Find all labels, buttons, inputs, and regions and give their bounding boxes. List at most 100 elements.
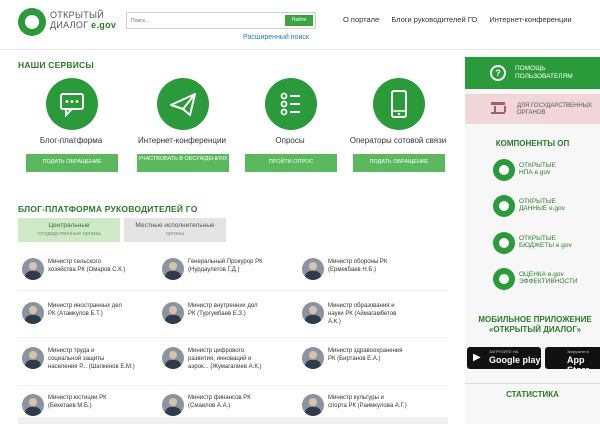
leader-item[interactable]: Министр внутренних дел РК (Тургумбаев Е.… — [162, 302, 302, 338]
store-small-text: Загрузите в — [567, 349, 589, 354]
component-open-budgets[interactable]: ОТКРЫТЫЕ БЮДЖЕТЫ e.gov — [493, 232, 593, 258]
avatar — [162, 347, 184, 369]
leader-item[interactable]: Министр труда и социальной защиты населе… — [22, 347, 162, 383]
service-button[interactable]: ПОДАТЬ ОБРАЩЕНИЕ — [353, 154, 445, 172]
avatar — [22, 347, 44, 369]
service-label: Опросы — [275, 136, 305, 145]
leader-line2: (Ермекбаев Н.Б.) — [328, 267, 376, 273]
leader-line2: РК (Тургумбаев Е.З.) — [188, 311, 246, 317]
leader-item[interactable]: Министр образования и науки РК (Аймагамб… — [302, 302, 442, 338]
leader-line1: Министр обороны РК — [328, 259, 388, 265]
leader-item[interactable]: Министр здравоохранения РК (Биртанов Е.А… — [302, 347, 442, 383]
search-input[interactable] — [131, 15, 281, 27]
logo-line2: ДИАЛОГ — [50, 20, 89, 30]
component-label: ОТКРЫТЫЕ БЮДЖЕТЫ e.gov — [519, 235, 572, 249]
leader-title: Генеральный Прокурор РК (Нурдаулетов Г.Д… — [188, 258, 306, 274]
leader-line2: РК (Биртанов Е.А.) — [328, 356, 381, 362]
help-users-button[interactable]: ? ПОМОЩЬ ПОЛЬЗОВАТЕЛЯМ — [465, 57, 600, 89]
gov-organs-button[interactable]: ДЛЯ ГОСУДАРСТВЕННЫХ ОРГАНОВ — [465, 94, 600, 124]
leader-line1: Министр внутренних дел — [188, 303, 258, 309]
app-store-button[interactable]: Загрузите в App Store — [545, 347, 600, 375]
tab-label: Местные исполнительные — [135, 222, 215, 229]
leader-title: Министр иностранных дел РК (Атамкулов Б.… — [48, 302, 166, 318]
google-play-button[interactable]: ▶ ЗАГРУЗИТЕ НА Google play — [467, 347, 541, 369]
component-open-data[interactable]: ОТКРЫТЫЕ ДАННЫЕ e.gov — [493, 195, 593, 221]
component-logo-icon — [493, 268, 515, 290]
service-button[interactable]: ПОДАТЬ ОБРАЩЕНИЕ — [26, 154, 118, 172]
avatar — [302, 258, 324, 280]
leader-item[interactable]: Министр сельского хозяйства РК (Омаров С… — [22, 258, 162, 294]
nav-blogs[interactable]: Блоги руководителей ГО — [391, 15, 477, 24]
leader-line3: аэрок... (Жумагалиев А.К.) — [188, 364, 262, 370]
component-logo-icon — [493, 195, 515, 217]
chat-bubble-icon[interactable] — [46, 78, 98, 130]
play-icon: ▶ — [473, 352, 481, 363]
blog-title: БЛОГ-ПЛАТФОРМА РУКОВОДИТЕЛЕЙ ГО — [18, 204, 198, 214]
tab-label: Центральные — [48, 222, 90, 229]
leader-line1: Министр цифрового — [188, 348, 245, 354]
leader-line1: Министр культуры и — [328, 395, 384, 401]
component-logo-icon — [493, 232, 515, 254]
leader-line1: Министр здравоохранения — [328, 348, 403, 354]
scroll-edge — [18, 417, 448, 424]
header: ОТКРЫТЫЙ ДИАЛОГ e.gov Найти Расширенный … — [0, 0, 600, 50]
mobile-phone-icon[interactable] — [373, 78, 425, 130]
leader-line1: Министр иностранных дел — [48, 303, 122, 309]
right-sidebar: ? ПОМОЩЬ ПОЛЬЗОВАТЕЛЯМ ДЛЯ ГОСУДАРСТВЕНН… — [465, 55, 600, 424]
service-label: Операторы сотовой связи — [349, 136, 447, 145]
statistics-box: СТАТИСТИКА — [465, 383, 600, 407]
nav-about[interactable]: О портале — [343, 15, 379, 24]
leader-line1: Министр юстиции РК — [48, 395, 107, 401]
component-logo-icon — [493, 159, 515, 181]
avatar — [302, 302, 324, 324]
component-line1: ОТКРЫТЫЕ — [519, 235, 556, 242]
mobile-app-title: МОБИЛЬНОЕ ПРИЛОЖЕНИЕ «ОТКРЫТЫЙ ДИАЛОГ» — [478, 315, 592, 334]
service-button[interactable]: УЧАСТВОВАТЬ В ОБСУЖДЕНИЯХ — [137, 154, 229, 172]
avatar — [302, 394, 324, 416]
leader-item[interactable]: Генеральный Прокурор РК (Нурдаулетов Г.Д… — [162, 258, 302, 294]
leader-item[interactable]: Министр цифрового развития, инноваций и … — [162, 347, 302, 383]
leader-item[interactable]: Министр иностранных дел РК (Атамкулов Б.… — [22, 302, 162, 338]
leader-line1: Министр финансов РК — [188, 395, 251, 401]
leader-title: Министр финансов РК (Смаилов А.А.) — [188, 394, 306, 410]
leader-line1: Министр сельского — [48, 259, 101, 265]
tab-central-organs[interactable]: Центральные государственные органы — [18, 218, 120, 242]
tab-local-organs[interactable]: Местные исполнительные органы — [124, 218, 226, 242]
paper-plane-icon[interactable] — [157, 78, 209, 130]
component-efficiency[interactable]: ОЦЕНКА e.gov ЭФФЕКТИВНОСТИ — [493, 268, 593, 294]
advanced-search-link[interactable]: Расширенный поиск — [243, 34, 309, 41]
component-label: ОЦЕНКА e.gov ЭФФЕКТИВНОСТИ — [519, 271, 578, 285]
search-box: Найти — [126, 12, 316, 29]
component-open-npa[interactable]: ОТКРЫТЫЕ НПА e.gov — [493, 159, 593, 185]
row-divider — [18, 290, 448, 291]
leader-line2: спорта РК (Раимкулова А.Г.) — [328, 403, 407, 409]
nav-conferences[interactable]: Интернет-конференции — [489, 15, 571, 24]
leader-line2: (Нурдаулетов Г.Д.) — [188, 267, 240, 273]
component-line2: ДАННЫЕ e.gov — [519, 205, 565, 212]
avatar — [22, 302, 44, 324]
logo-line1: ОТКРЫТЫЙ — [50, 10, 105, 20]
leader-item[interactable]: Министр обороны РК (Ермекбаев Н.Б.) — [302, 258, 442, 294]
leader-line1: Генеральный Прокурор РК — [188, 259, 263, 265]
component-line1: ОЦЕНКА e.gov — [519, 271, 564, 278]
component-label: ОТКРЫТЫЕ ДАННЫЕ e.gov — [519, 198, 565, 212]
leader-title: Министр обороны РК (Ермекбаев Н.Б.) — [328, 258, 446, 274]
avatar — [22, 394, 44, 416]
leader-line2: хозяйства РК (Омаров С.К.) — [48, 267, 126, 273]
statistics-title: СТАТИСТИКА — [506, 390, 559, 399]
leader-line2: РК (Атамкулов Б.Т.) — [48, 311, 103, 317]
leader-line3: населения Р... (Шапкенов Е.М.) — [48, 364, 135, 370]
leader-title: Министр юстиции РК (Бекетаев М.Б.) — [48, 394, 166, 410]
tab-sublabel: органы — [165, 231, 185, 237]
checklist-icon[interactable] — [265, 78, 317, 130]
leader-line2: развития, инноваций и — [188, 356, 252, 362]
site-logo[interactable]: ОТКРЫТЫЙ ДИАЛОГ e.gov — [18, 8, 118, 38]
search-button[interactable]: Найти — [285, 15, 313, 26]
question-icon: ? — [490, 65, 506, 81]
gov-label: ДЛЯ ГОСУДАРСТВЕННЫХ ОРГАНОВ — [517, 103, 593, 116]
leader-title: Министр культуры и спорта РК (Раимкулова… — [328, 394, 446, 410]
leader-title: Министр здравоохранения РК (Биртанов Е.А… — [328, 347, 446, 363]
service-label: Блог-платформа — [39, 136, 103, 145]
logo-icon — [18, 8, 46, 36]
service-button[interactable]: ПРОЙТИ ОПРОС — [245, 154, 337, 172]
